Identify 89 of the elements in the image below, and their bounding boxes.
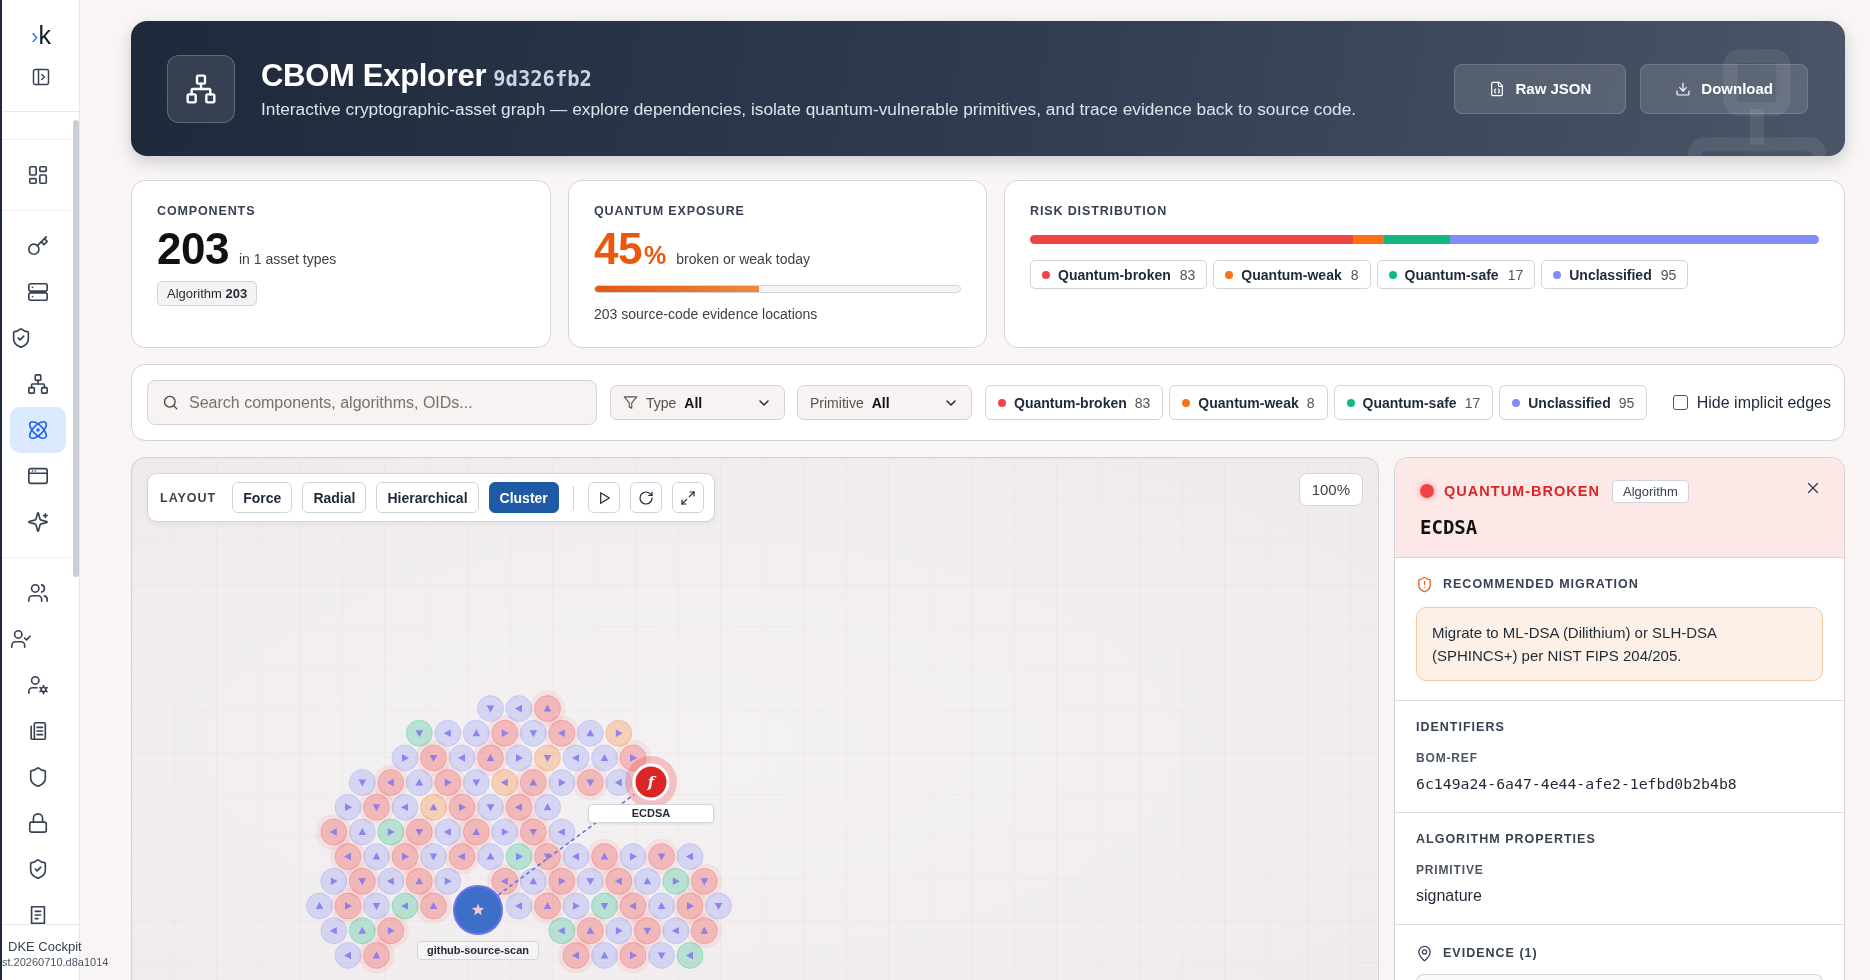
layout-button[interactable]: Radial [302, 482, 367, 513]
stat-label: RISK DISTRIBUTION [1030, 203, 1168, 219]
section-heading: EVIDENCE (1) [1443, 946, 1538, 960]
refresh-button[interactable] [629, 482, 662, 513]
node-label: github-source-scan [416, 941, 540, 960]
expand-icon [679, 489, 696, 506]
section-heading: IDENTIFIERS [1416, 720, 1505, 734]
risk-label: Unclassified [1569, 266, 1652, 283]
commit-hash: 9d326fb2 [493, 66, 592, 91]
field-value: signature [1416, 886, 1482, 906]
field-label: BOM-REF [1416, 751, 1478, 766]
server-icon[interactable] [27, 281, 49, 303]
field-value: 6c149a24-6a47-4e44-afe2-1efbd0b2b4b8 [1416, 774, 1737, 794]
risk-count: 8 [1350, 266, 1359, 283]
app-logo: ›k [31, 22, 50, 50]
stat-caption: broken or weak today [676, 251, 811, 267]
risk-label: Quantum-broken [1058, 266, 1171, 283]
risk-count: 95 [1660, 266, 1677, 283]
download-button[interactable]: Download [1640, 63, 1808, 114]
network-icon[interactable] [27, 373, 49, 395]
function-glyph: f [647, 773, 655, 791]
filter-select[interactable]: Type All [610, 385, 785, 420]
percent-unit: % [643, 241, 667, 270]
layout-button[interactable]: Force [232, 482, 293, 513]
asset-type-badge: Algorithm 203 [157, 281, 258, 306]
app-name: DKE Cockpit [8, 939, 82, 955]
risk-label: Quantum-safe [1404, 266, 1499, 283]
search-field[interactable]: Search components, algorithms, OIDs... [147, 380, 597, 425]
asset-type-tag: Algorithm [1612, 479, 1689, 503]
risk-count: 17 [1507, 266, 1524, 283]
layout-button[interactable]: Hierarchical [376, 482, 479, 513]
stat-note: 203 source-code evidence locations [594, 305, 818, 323]
download-icon [1675, 80, 1692, 97]
source-node[interactable] [453, 885, 503, 935]
risk-count: 83 [1179, 266, 1196, 283]
expand-button[interactable] [671, 482, 704, 513]
build-version: st.20260710.d8a1014 [2, 955, 109, 969]
section-heading: ALGORITHM PROPERTIES [1416, 832, 1596, 846]
stat-label: QUANTUM EXPOSURE [594, 203, 745, 219]
stat-label: COMPONENTS [157, 203, 256, 219]
hide-edges-checkbox[interactable] [1672, 395, 1688, 410]
field-label: PRIMITIVE [1416, 863, 1484, 878]
browser-window-icon[interactable] [27, 465, 49, 487]
risk-filter-chip[interactable]: Unclassified 95 [1499, 385, 1648, 420]
refresh-icon [637, 489, 654, 506]
sidebar-toggle-icon[interactable] [30, 67, 51, 87]
shield-check-icon[interactable] [10, 327, 32, 349]
sparkles-icon[interactable] [27, 511, 49, 533]
lock-icon[interactable] [27, 812, 49, 834]
page-subtitle: Interactive cryptographic-asset graph — explore dependencies, isolate quantum-vulnerable primitives, and trace evidence back to source code. [261, 98, 1357, 120]
layout-label: LAYOUT [160, 490, 217, 505]
users-icon[interactable] [27, 582, 49, 604]
file-code-icon [1489, 80, 1506, 97]
user-check-icon[interactable] [10, 628, 32, 650]
stat-value: 203 [157, 227, 229, 271]
zoom-level-button[interactable]: 100% [1298, 473, 1363, 506]
atom-icon[interactable] [27, 419, 49, 441]
document-stack-icon[interactable] [27, 720, 49, 742]
user-gear-icon[interactable] [27, 674, 49, 696]
layout-button[interactable]: Cluster [488, 482, 559, 513]
network-icon [167, 54, 235, 123]
raw-json-button[interactable]: Raw JSON [1454, 63, 1627, 114]
risk-filter-chip[interactable]: Quantum-safe 17 [1333, 385, 1494, 420]
shield-check-icon[interactable] [27, 858, 49, 880]
key-icon[interactable] [27, 235, 49, 257]
status-dot [1420, 484, 1434, 498]
stat-caption: in 1 asset types [238, 251, 337, 267]
shield-alert-icon [1416, 575, 1433, 593]
page-title: CBOM Explorer [261, 57, 487, 94]
node-label: ECDSA [588, 804, 714, 823]
risk-label: Quantum-weak [1241, 266, 1342, 283]
risk-filter-chip[interactable]: Quantum-weak 8 [1169, 385, 1328, 420]
component-title: ECDSA [1420, 515, 1478, 539]
active-nav-item[interactable] [10, 407, 66, 453]
map-pin-icon [1416, 944, 1433, 962]
stat-value: 45 [594, 227, 642, 271]
filter-select[interactable]: Primitive All [797, 385, 972, 420]
risk-filter-chip[interactable]: Quantum-broken 83 [985, 385, 1164, 420]
star-icon [471, 903, 485, 916]
risk-status-label: QUANTUM-BROKEN [1444, 483, 1600, 499]
migration-note: Migrate to ML-DSA (Dilithium) or SLH-DSA (SPHINCS+) per NIST FIPS 204/205. [1416, 607, 1823, 681]
funnel-icon [623, 395, 638, 410]
dashboard-icon[interactable] [27, 164, 49, 186]
section-heading: RECOMMENDED MIGRATION [1443, 577, 1639, 591]
search-icon [162, 394, 179, 411]
shield-icon[interactable] [27, 766, 49, 788]
play-button[interactable] [587, 482, 620, 513]
hide-edges-label[interactable]: Hide implicit edges [1696, 393, 1831, 412]
scrollbar-thumb[interactable] [73, 120, 79, 577]
